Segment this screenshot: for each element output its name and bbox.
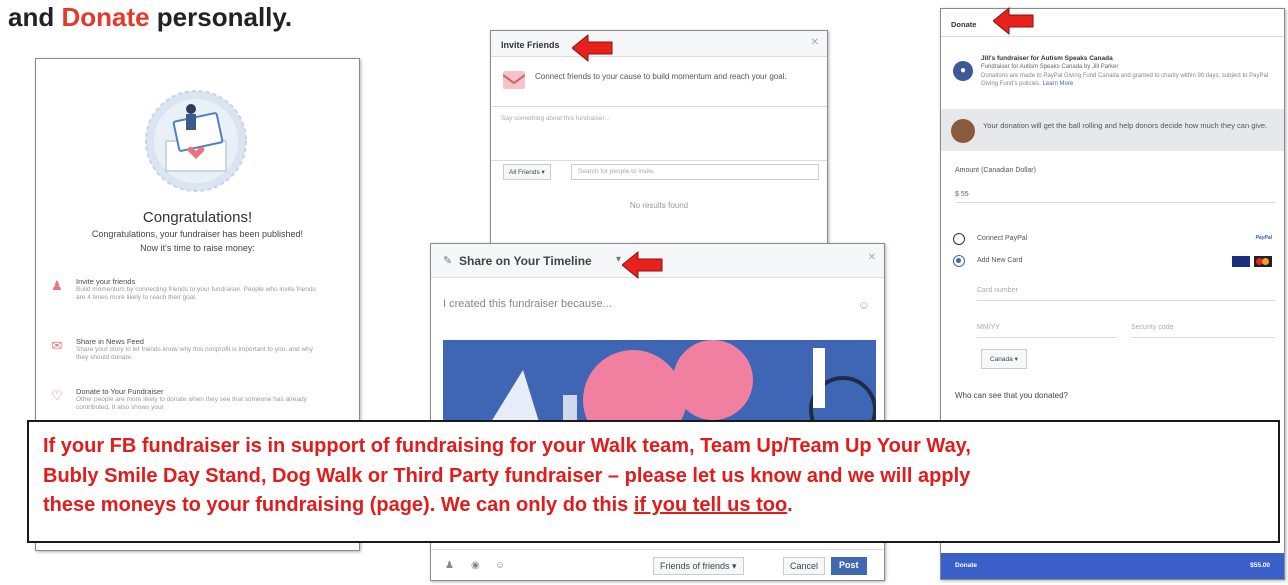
learn-more-link[interactable]: Learn More [1043,81,1074,87]
paypal-logo-icon: PayPal [1255,235,1272,241]
country-dropdown[interactable]: Canada ▾ [981,349,1027,369]
close-icon[interactable]: ✕ [868,252,876,263]
say-something-input[interactable]: Say something about this fundraiser... [491,106,827,161]
notice-box: If your FB fundraiser is in support of f… [27,420,1280,543]
no-results-text: No results found [629,201,689,210]
search-people-input[interactable]: Search for people to invite [571,164,819,180]
red-arrow-invite [571,33,614,63]
visa-icon [1232,256,1250,267]
notice-line-2: Bubly Smile Day Stand, Dog Walk or Third… [43,464,971,487]
heart-icon: ♡ [51,388,63,403]
tell-us-underlined: if you tell us too [633,494,788,516]
congrats-line1: Congratulations, your fundraiser has bee… [91,229,304,239]
red-arrow-donate [992,6,1035,36]
location-icon[interactable]: ◉ [471,560,480,571]
fund-desc: Donations are made to PayPal Giving Fund… [981,73,1269,87]
people-icon: ♟ [51,278,63,293]
chevron-down-icon[interactable]: ▾ [616,254,621,265]
red-arrow-share [621,250,664,280]
avatar [951,119,975,143]
donate-footer-button[interactable]: Donate $55.00 [941,553,1284,579]
congrats-title: Congratulations! [142,209,253,226]
share-title: Share on Your Timeline [459,254,592,268]
card-number-input[interactable]: Card number [977,287,1275,301]
amount-label: Amount (Canadian Dollar) [955,167,1036,174]
congrats-line2: Now it's time to raise money: [140,243,255,253]
notice-line-1: If your FB fundraiser is in support of f… [43,435,971,457]
fund-title: Jill's fundraiser for Autism Speaks Cana… [981,55,1113,62]
emoji-icon[interactable]: ☺ [858,298,870,312]
security-code-input[interactable]: Security code [1131,324,1275,338]
share-text-input[interactable]: I created this fundraiser because... [443,298,612,310]
invite-title: Invite Friends [501,40,560,50]
tag-icon[interactable]: ♟ [445,560,454,571]
donate-title: Donate [951,20,977,29]
invite-friends-item[interactable]: ♟ Invite your friends Build momentum by c… [48,277,326,302]
mastercard-icon [1254,256,1272,267]
feeling-icon[interactable]: ☺ [495,560,505,571]
invite-friends-panel: Invite Friends ✕ Connect friends to your… [490,30,828,270]
audience-dropdown[interactable]: Friends of friends ▾ [653,557,744,575]
notice-line-3: these moneys to your fundraising (page).… [43,494,793,516]
expiry-input[interactable]: MM/YY [977,324,1117,338]
donate-word: Donate [61,2,150,32]
share-news-feed-item[interactable]: ✉ Share in News Feed Share your story to … [48,337,326,362]
connect-text: Connect friends to your cause to build m… [535,72,787,81]
edit-icon: ✎ [443,255,453,267]
card-option-label[interactable]: Add New Card [977,257,1023,264]
close-icon[interactable]: ✕ [811,37,819,48]
who-can-see-label: Who can see that you donated? [955,391,1068,400]
post-button[interactable]: Post [831,557,867,575]
page-heading: and Donate personally. [8,2,293,32]
envelope-icon [502,71,526,89]
chat-bubble-icon: ✉ [51,338,63,353]
amount-input[interactable]: $ 55 [955,191,1275,203]
cancel-button[interactable]: Cancel [783,557,826,575]
paypal-radio[interactable] [953,233,965,245]
donate-fundraiser-item[interactable]: ♡ Donate to Your Fundraiser Other people … [48,387,326,412]
friends-filter-dropdown[interactable]: All Friends ▾ [503,164,551,180]
card-radio[interactable] [953,255,965,267]
encouragement-banner: Your donation will get the ball rolling … [941,109,1284,151]
celebration-illustration [136,81,256,201]
paypal-option-label[interactable]: Connect PayPal [977,235,1027,242]
fundraiser-logo: ● [953,61,973,81]
fund-sub: Fundraiser for Autism Speaks Canada by J… [981,64,1119,70]
